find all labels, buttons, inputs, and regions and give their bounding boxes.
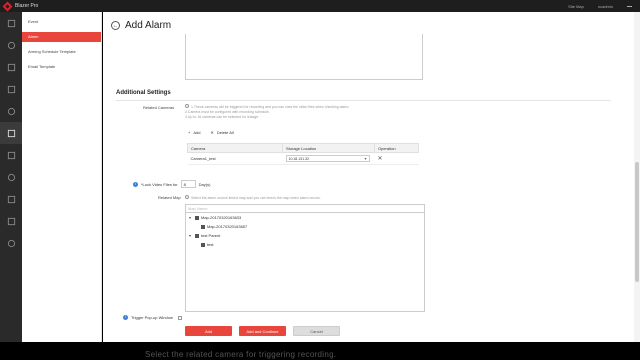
shield-icon	[7, 217, 15, 225]
tree-node[interactable]: Map-20170320163657	[195, 224, 247, 229]
page-title: Add Alarm	[125, 20, 172, 31]
table-row: Camera1_test 10.18.131.32 ✕	[187, 152, 419, 165]
info-icon	[185, 195, 189, 199]
rail-button[interactable]	[0, 122, 22, 144]
map-icon	[201, 242, 205, 247]
related-cameras-label: Related Cameras	[143, 105, 175, 110]
lock-days-unit: Day(s)	[198, 181, 211, 187]
main-panel: ← Add Alarm Additional Settings Related …	[103, 12, 640, 342]
monitor-icon	[7, 63, 15, 71]
popup-label: Trigger Pop-up Window	[131, 315, 173, 320]
map-icon	[195, 233, 199, 238]
delete-all-button[interactable]: ✕ Delete All	[210, 130, 233, 135]
camera-name-cell: Camera1_test	[187, 152, 283, 165]
rail-button[interactable]	[0, 100, 22, 122]
rail-button[interactable]	[0, 56, 22, 78]
close-icon: ✕	[210, 130, 214, 135]
arrow-left-icon: ←	[112, 22, 119, 29]
tree-node-label: test Parent	[201, 233, 221, 238]
submenu-item[interactable]: Arming Schedule Template	[22, 47, 101, 57]
chevron-down-icon[interactable]: ▾	[189, 233, 193, 238]
cancel-button[interactable]: Cancel	[293, 326, 340, 336]
user-menu[interactable]: ncadmin	[598, 4, 613, 9]
rail-button[interactable]	[0, 166, 22, 188]
chevron-down-icon[interactable]: ▾	[189, 215, 193, 220]
lock-days-input[interactable]: 8	[180, 180, 196, 188]
info-icon: i	[133, 181, 138, 187]
rail-button[interactable]	[0, 34, 22, 56]
building-icon	[7, 85, 15, 93]
add-button[interactable]: Add	[185, 326, 232, 336]
app-name: Blazer Pro	[15, 3, 39, 9]
gear-icon	[7, 239, 15, 247]
delete-row-icon[interactable]: ✕	[378, 156, 383, 162]
icon-rail	[0, 12, 22, 342]
camera-table: Camera Storage Location Operation Camera…	[187, 143, 419, 165]
map-icon	[201, 224, 205, 229]
related-map-label: Related Map	[158, 195, 181, 200]
previous-section-box	[185, 34, 423, 80]
lock-video-label: *Lock Video Files for	[141, 181, 178, 187]
back-button[interactable]: ←	[111, 21, 120, 30]
column-header: Camera	[187, 143, 283, 153]
column-header: Operation	[374, 143, 419, 153]
popup-row: i Trigger Pop-up Window	[123, 315, 182, 320]
tree-node-label: Map-20170320163657	[207, 224, 248, 229]
submenu-item[interactable]: Event	[22, 17, 101, 27]
playback-icon	[7, 107, 15, 115]
submenu-item[interactable]: Email Template	[22, 62, 101, 72]
tree-node[interactable]: test	[195, 242, 213, 247]
network-icon	[7, 195, 15, 203]
tree-node[interactable]: ▾ test Parent	[189, 233, 220, 238]
section-title: Additional Settings	[116, 90, 171, 96]
grid-icon	[7, 151, 15, 159]
top-bar: Blazer Pro Site Map ncadmin	[0, 0, 640, 12]
rail-button[interactable]	[0, 12, 22, 34]
info-icon: i	[123, 315, 128, 320]
tree-node-label: test	[207, 242, 214, 247]
map-icon	[7, 173, 15, 181]
scrollbar[interactable]	[634, 12, 640, 342]
section-divider	[116, 100, 611, 101]
add-continue-button[interactable]: Add and Continue	[239, 326, 286, 336]
storage-location-select[interactable]: 10.18.131.32	[285, 155, 370, 162]
alarm-icon	[7, 129, 15, 137]
cube-icon	[7, 41, 15, 49]
column-header: Storage Location	[282, 143, 375, 153]
app-logo: Blazer Pro	[2, 1, 39, 11]
rail-button[interactable]	[0, 78, 22, 100]
info-icon	[185, 104, 189, 108]
logo-icon	[2, 1, 13, 11]
rail-button[interactable]	[0, 144, 22, 166]
related-map-hint: Select the alarm source linked map and y…	[185, 195, 445, 201]
rail-button[interactable]	[0, 210, 22, 232]
home-icon	[7, 19, 15, 27]
submenu-item[interactable]: Alarm	[22, 32, 101, 42]
sub-menu: Event Alarm Arming Schedule Template Email …	[22, 12, 102, 342]
rail-button[interactable]	[0, 188, 22, 210]
rail-button[interactable]	[0, 232, 22, 254]
add-camera-button[interactable]: + Add	[188, 130, 200, 135]
plus-icon: +	[188, 130, 191, 135]
tree-node[interactable]: ▾ Map-20170320163633	[189, 215, 241, 220]
site-map-link[interactable]: Site Map	[568, 4, 584, 9]
map-icon	[195, 215, 199, 220]
related-cameras-hint: 1.These cameras will be triggered for re…	[185, 104, 350, 119]
video-caption: Select the related camera for triggering…	[145, 350, 337, 359]
map-tree: ▾ Map-20170320163633 Map-20170320163657 ▾ te…	[185, 212, 425, 312]
lock-video-row: i *Lock Video Files for 8 Day(s)	[133, 180, 210, 188]
minimize-icon[interactable]	[627, 5, 632, 7]
tree-node-label: Map-20170320163633	[201, 215, 242, 220]
scrollbar-thumb[interactable]	[635, 162, 639, 282]
popup-checkbox[interactable]	[177, 315, 182, 320]
